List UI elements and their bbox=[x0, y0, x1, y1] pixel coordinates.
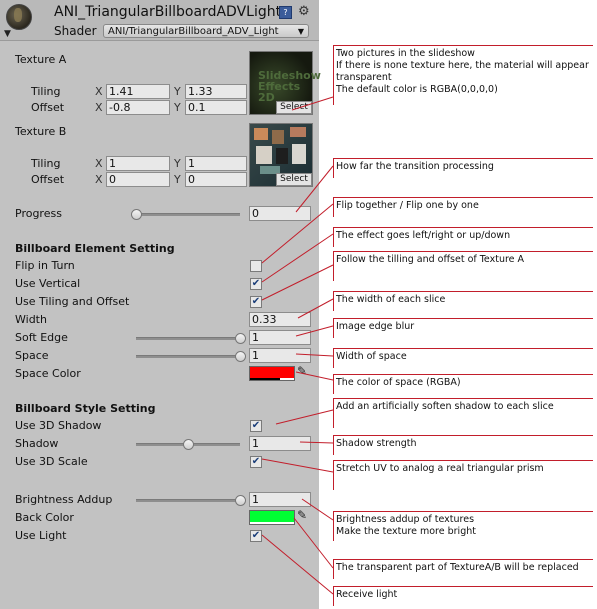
note-progress: How far the transition processing bbox=[333, 158, 593, 178]
note-3d-shadow: Add an artificially soften shadow to eac… bbox=[333, 398, 593, 428]
note-space-color: The color of space (RGBA) bbox=[333, 374, 593, 394]
note-use-light: Receive light bbox=[333, 586, 593, 606]
note-tiling: Follow the tilling and offset of Texture… bbox=[333, 251, 593, 281]
material-title: ANI_TriangularBillboardADVLight bbox=[54, 4, 282, 20]
note-space: Width of space bbox=[333, 348, 593, 368]
soft-edge-field[interactable]: 1 bbox=[249, 330, 311, 345]
note-vertical: The effect goes left/right or up/down bbox=[333, 227, 593, 247]
brightness-field[interactable]: 1 bbox=[249, 492, 311, 507]
texture-a-offset-y-label: Y bbox=[174, 101, 181, 114]
space-slider-thumb[interactable] bbox=[235, 351, 246, 362]
texture-b-thumbnail[interactable]: Select bbox=[249, 123, 313, 187]
texture-a-thumb-text: Slideshow Effects 2D bbox=[258, 69, 321, 104]
texture-b-offset-x-field[interactable]: 0 bbox=[106, 172, 170, 187]
space-color-swatch[interactable] bbox=[249, 366, 295, 381]
texture-b-select-button[interactable]: Select bbox=[276, 173, 312, 186]
back-color-swatch[interactable] bbox=[249, 510, 295, 525]
space-color-label: Space Color bbox=[15, 367, 81, 380]
texture-a-tiling-y-field[interactable]: 1.33 bbox=[185, 84, 247, 99]
brightness-slider-track[interactable] bbox=[136, 499, 240, 502]
texture-a-label: Texture A bbox=[15, 53, 67, 66]
gear-icon[interactable]: ⚙ bbox=[298, 5, 310, 18]
texture-b-tiling-x-field[interactable]: 1 bbox=[106, 156, 170, 171]
use-light-checkbox[interactable]: ✔ bbox=[250, 530, 262, 542]
eyedropper-icon[interactable]: ✎ bbox=[297, 364, 307, 378]
use-3d-shadow-label: Use 3D Shadow bbox=[15, 419, 102, 432]
shadow-field[interactable]: 1 bbox=[249, 436, 311, 451]
width-label: Width bbox=[15, 313, 47, 326]
progress-slider-thumb[interactable] bbox=[131, 209, 142, 220]
use-3d-shadow-checkbox[interactable]: ✔ bbox=[250, 420, 262, 432]
space-label: Space bbox=[15, 349, 49, 362]
space-slider-track[interactable] bbox=[136, 355, 240, 358]
soft-edge-label: Soft Edge bbox=[15, 331, 68, 344]
foldout-arrow-icon[interactable]: ▼ bbox=[4, 29, 11, 39]
brightness-slider-thumb[interactable] bbox=[235, 495, 246, 506]
back-color-label: Back Color bbox=[15, 511, 74, 524]
texture-a-offset-x-label: X bbox=[95, 101, 103, 114]
chevron-down-icon: ▼ bbox=[297, 27, 304, 36]
use-vertical-label: Use Vertical bbox=[15, 277, 81, 290]
use-light-label: Use Light bbox=[15, 529, 67, 542]
texture-b-offset-x-label: X bbox=[95, 173, 103, 186]
texture-b-offset-y-field[interactable]: 0 bbox=[185, 172, 247, 187]
texture-b-offset-y-label: Y bbox=[174, 173, 181, 186]
help-book-icon[interactable]: ? bbox=[279, 6, 292, 19]
texture-a-offset-y-field[interactable]: 0.1 bbox=[185, 100, 247, 115]
soft-edge-slider-thumb[interactable] bbox=[235, 333, 246, 344]
brightness-addup-label: Brightness Addup bbox=[15, 493, 113, 506]
texture-a-offset-x-field[interactable]: -0.8 bbox=[106, 100, 170, 115]
note-soft-edge: Image edge blur bbox=[333, 318, 593, 338]
texture-a-tiling-x-label: X bbox=[95, 85, 103, 98]
texture-a-tiling-y-label: Y bbox=[174, 85, 181, 98]
use-tiling-offset-checkbox[interactable]: ✔ bbox=[250, 296, 262, 308]
shadow-slider-thumb[interactable] bbox=[183, 439, 194, 450]
shadow-label: Shadow bbox=[15, 437, 59, 450]
width-field[interactable]: 0.33 bbox=[249, 312, 311, 327]
use-3d-scale-checkbox[interactable]: ✔ bbox=[250, 456, 262, 468]
space-field[interactable]: 1 bbox=[249, 348, 311, 363]
shader-dropdown[interactable]: ANI/TriangularBillboard_ADV_Light ▼ bbox=[103, 24, 309, 38]
eyedropper-icon[interactable]: ✎ bbox=[297, 508, 307, 522]
progress-field[interactable]: 0 bbox=[249, 206, 311, 221]
texture-a-tiling-x-field[interactable]: 1.41 bbox=[106, 84, 170, 99]
texture-b-label: Texture B bbox=[15, 125, 67, 138]
flip-in-turn-label: Flip in Turn bbox=[15, 259, 75, 272]
shader-dropdown-value: ANI/TriangularBillboard_ADV_Light bbox=[108, 26, 279, 37]
note-shadow: Shadow strength bbox=[333, 435, 593, 455]
use-vertical-checkbox[interactable]: ✔ bbox=[250, 278, 262, 290]
texture-a-select-button[interactable]: Select bbox=[276, 101, 312, 114]
note-textures: Two pictures in the slideshow If there i… bbox=[333, 45, 593, 105]
use-3d-scale-label: Use 3D Scale bbox=[15, 455, 88, 468]
inspector-panel: ▼ ANI_TriangularBillboardADVLight ? ⚙ Sh… bbox=[0, 0, 321, 609]
progress-label: Progress bbox=[15, 207, 62, 220]
shader-label: Shader bbox=[54, 24, 97, 38]
use-tiling-offset-label: Use Tiling and Offset bbox=[15, 295, 130, 308]
material-header: ▼ ANI_TriangularBillboardADVLight ? ⚙ Sh… bbox=[0, 0, 319, 41]
texture-b-tiling-x-label: X bbox=[95, 157, 103, 170]
progress-slider-track[interactable] bbox=[136, 213, 240, 216]
billboard-style-heading: Billboard Style Setting bbox=[15, 402, 156, 415]
texture-b-tiling-y-field[interactable]: 1 bbox=[185, 156, 247, 171]
texture-a-tiling-label: Tiling bbox=[31, 85, 61, 98]
texture-a-offset-label: Offset bbox=[31, 101, 65, 114]
note-3d-scale: Stretch UV to analog a real triangular p… bbox=[333, 460, 593, 490]
texture-a-thumbnail[interactable]: Slideshow Effects 2D Select bbox=[249, 51, 321, 115]
note-back-color: The transparent part of TextureA/B will … bbox=[333, 559, 593, 579]
texture-b-tiling-y-label: Y bbox=[174, 157, 181, 170]
texture-b-offset-label: Offset bbox=[31, 173, 65, 186]
texture-b-tiling-label: Tiling bbox=[31, 157, 61, 170]
soft-edge-slider-track[interactable] bbox=[136, 337, 240, 340]
material-sphere-icon bbox=[6, 4, 32, 30]
note-width: The width of each slice bbox=[333, 291, 593, 311]
note-brightness: Brightness addup of textures Make the te… bbox=[333, 511, 593, 541]
flip-in-turn-checkbox[interactable] bbox=[250, 260, 262, 272]
note-flip: Flip together / Flip one by one bbox=[333, 197, 593, 217]
billboard-element-heading: Billboard Element Setting bbox=[15, 242, 175, 255]
